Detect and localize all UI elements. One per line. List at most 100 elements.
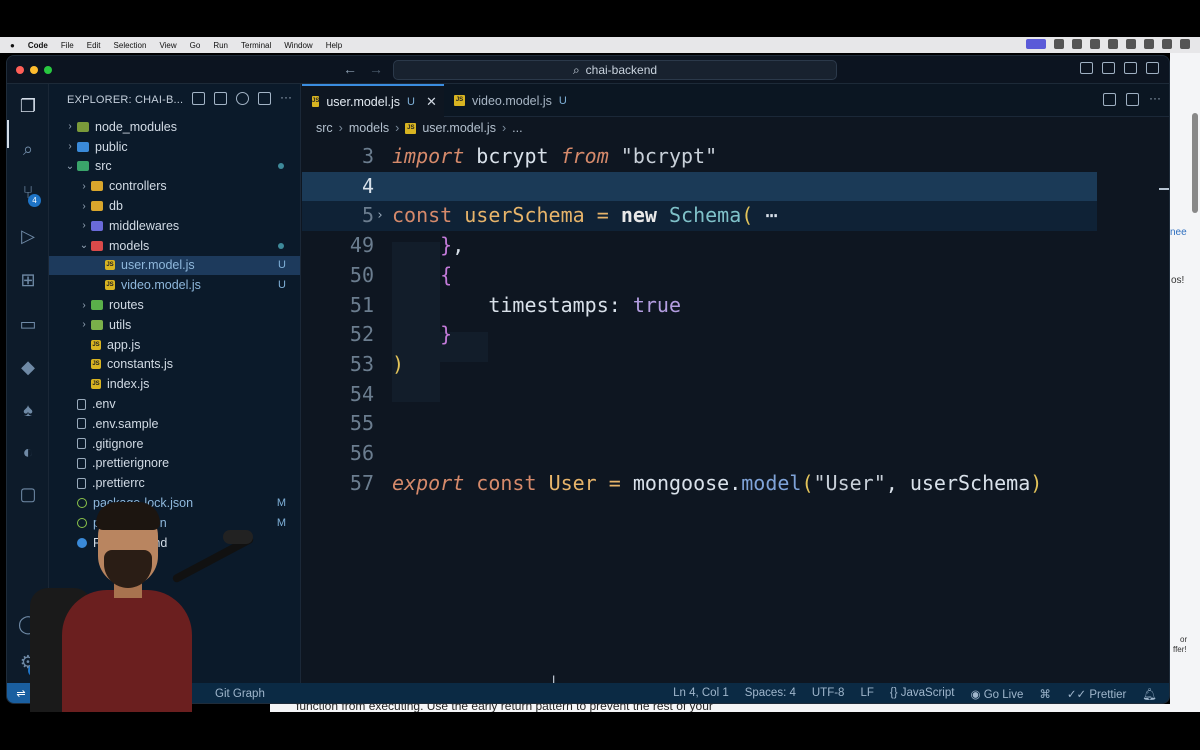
- tree-folder[interactable]: › public: [49, 137, 300, 157]
- new-file-icon[interactable]: [192, 92, 205, 105]
- chevron-right-icon[interactable]: ›: [63, 141, 77, 152]
- search-icon[interactable]: ⌕: [18, 139, 38, 159]
- menu-help[interactable]: Help: [326, 41, 342, 50]
- tree-file[interactable]: .prettierignore: [49, 454, 300, 474]
- chevron-right-icon[interactable]: ›: [77, 319, 91, 330]
- code-line[interactable]: 4: [302, 171, 1097, 202]
- chevron-down-icon[interactable]: ⌄: [77, 240, 91, 251]
- tree-folder[interactable]: › routes: [49, 295, 300, 315]
- menu-view[interactable]: View: [159, 41, 176, 50]
- tree-folder[interactable]: › node_modules: [49, 117, 300, 137]
- tree-file[interactable]: .env: [49, 394, 300, 414]
- menu-run[interactable]: Run: [213, 41, 228, 50]
- tree-folder[interactable]: › utils: [49, 315, 300, 335]
- split-editor-icon[interactable]: [1126, 93, 1139, 106]
- back-arrow-icon[interactable]: ←: [343, 61, 369, 77]
- tree-file[interactable]: JS video.model.js U: [49, 275, 300, 295]
- forward-arrow-icon[interactable]: →: [369, 61, 395, 77]
- code-line[interactable]: 53): [302, 350, 1097, 380]
- code-line[interactable]: 57 export const User = mongoose.model("Us…: [302, 469, 1097, 499]
- toggle-secondary-sidebar-icon[interactable]: [1124, 62, 1137, 74]
- git-graph-icon[interactable]: ◐: [18, 442, 38, 462]
- user-icon[interactable]: [1162, 39, 1172, 49]
- customize-layout-icon[interactable]: [1146, 62, 1159, 74]
- status-prettier[interactable]: ✓✓ Prettier: [1067, 687, 1127, 701]
- menu-go[interactable]: Go: [190, 41, 201, 50]
- chevron-right-icon[interactable]: ›: [77, 201, 91, 212]
- open-changes-icon[interactable]: [1103, 93, 1116, 106]
- tree-file[interactable]: JS app.js: [49, 335, 300, 355]
- menu-terminal[interactable]: Terminal: [241, 41, 271, 50]
- tree-file[interactable]: .env.sample: [49, 414, 300, 434]
- tree-file[interactable]: JS user.model.js U: [49, 255, 300, 276]
- new-folder-icon[interactable]: [214, 92, 227, 105]
- chevron-right-icon[interactable]: ›: [77, 300, 91, 311]
- explorer-icon[interactable]: ❐: [18, 96, 38, 116]
- breadcrumb-item[interactable]: models: [349, 121, 389, 135]
- menu-app-name[interactable]: Code: [28, 41, 48, 50]
- apple-icon[interactable]: ●: [10, 41, 15, 50]
- command-center-search[interactable]: ⌕ chai-backend: [393, 60, 837, 80]
- status-icon[interactable]: [1026, 39, 1046, 49]
- notifications-bell-icon[interactable]: 🔔︎: [1142, 687, 1157, 701]
- docker-icon[interactable]: ◆: [18, 357, 38, 377]
- tree-file[interactable]: JS index.js: [49, 374, 300, 394]
- wifi-icon[interactable]: [1126, 39, 1136, 49]
- tree-folder[interactable]: › controllers: [49, 176, 300, 196]
- tab-video-model[interactable]: JS video.model.js U: [444, 84, 584, 117]
- status-icon[interactable]: [1072, 39, 1082, 49]
- tree-file[interactable]: JS constants.js: [49, 355, 300, 375]
- tree-file[interactable]: .prettierrc: [49, 473, 300, 493]
- menu-file[interactable]: File: [61, 41, 74, 50]
- chevron-right-icon[interactable]: ›: [63, 121, 77, 132]
- breadcrumb-item[interactable]: src: [316, 121, 333, 135]
- menu-edit[interactable]: Edit: [87, 41, 101, 50]
- status-icon[interactable]: [1054, 39, 1064, 49]
- status-encoding[interactable]: UTF-8: [812, 687, 845, 701]
- more-actions-icon[interactable]: ···: [1149, 92, 1161, 106]
- tree-folder[interactable]: › middlewares: [49, 216, 300, 236]
- close-icon[interactable]: ✕: [426, 94, 437, 110]
- chevron-right-icon[interactable]: ›: [77, 181, 91, 192]
- status-indentation[interactable]: Spaces: 4: [745, 687, 796, 701]
- tree-folder[interactable]: ⌄ models: [49, 236, 300, 256]
- code-line[interactable]: 54: [302, 380, 1097, 410]
- menu-selection[interactable]: Selection: [114, 41, 147, 50]
- code-editor[interactable]: I 3 import bcrypt from "bcrypt" 4 5 › const u…: [302, 138, 1169, 687]
- chevron-right-icon[interactable]: ›: [77, 220, 91, 231]
- code-line[interactable]: 56: [302, 439, 1097, 469]
- maximize-window-button[interactable]: [44, 66, 52, 74]
- chevron-down-icon[interactable]: ⌄: [63, 161, 77, 172]
- bluetooth-icon[interactable]: [1090, 39, 1100, 49]
- copilot-icon[interactable]: ⌘: [1039, 687, 1051, 701]
- tab-user-model[interactable]: JS user.model.js U ✕: [302, 84, 444, 117]
- code-line[interactable]: 55: [302, 409, 1097, 439]
- close-window-button[interactable]: [16, 66, 24, 74]
- code-line[interactable]: 3 import bcrypt from "bcrypt": [302, 142, 1097, 172]
- control-center-icon[interactable]: [1180, 39, 1190, 49]
- code-line[interactable]: 5 › const userSchema = new Schema( ⋯: [302, 201, 1097, 232]
- extensions-icon[interactable]: ⊞: [18, 270, 38, 290]
- scrollbar-thumb[interactable]: [1192, 113, 1198, 213]
- status-language-mode[interactable]: {} JavaScript: [890, 687, 955, 701]
- refresh-icon[interactable]: [236, 92, 249, 105]
- more-actions-icon[interactable]: ···: [280, 91, 292, 105]
- menu-window[interactable]: Window: [284, 41, 312, 50]
- display-icon[interactable]: [1108, 39, 1118, 49]
- breadcrumb-item[interactable]: user.model.js: [422, 121, 496, 135]
- toggle-sidebar-icon[interactable]: [1080, 62, 1093, 74]
- code-line[interactable]: 52 }: [302, 320, 1097, 350]
- minimize-window-button[interactable]: [30, 66, 38, 74]
- status-go-live[interactable]: ◉ Go Live: [970, 687, 1023, 701]
- toggle-panel-icon[interactable]: [1102, 62, 1115, 74]
- breadcrumb-item[interactable]: ...: [512, 121, 522, 135]
- code-line[interactable]: 49 },: [302, 231, 1097, 261]
- code-line[interactable]: 51 timestamps: true: [302, 291, 1097, 321]
- collapse-all-icon[interactable]: [258, 92, 271, 105]
- tree-folder[interactable]: › db: [49, 196, 300, 216]
- status-eol[interactable]: LF: [860, 687, 873, 701]
- status-cursor-position[interactable]: Ln 4, Col 1: [673, 687, 729, 701]
- fold-chevron-icon[interactable]: ›: [376, 201, 384, 231]
- run-debug-icon[interactable]: ▷: [18, 226, 38, 246]
- remote-explorer-icon[interactable]: ▭: [18, 314, 38, 334]
